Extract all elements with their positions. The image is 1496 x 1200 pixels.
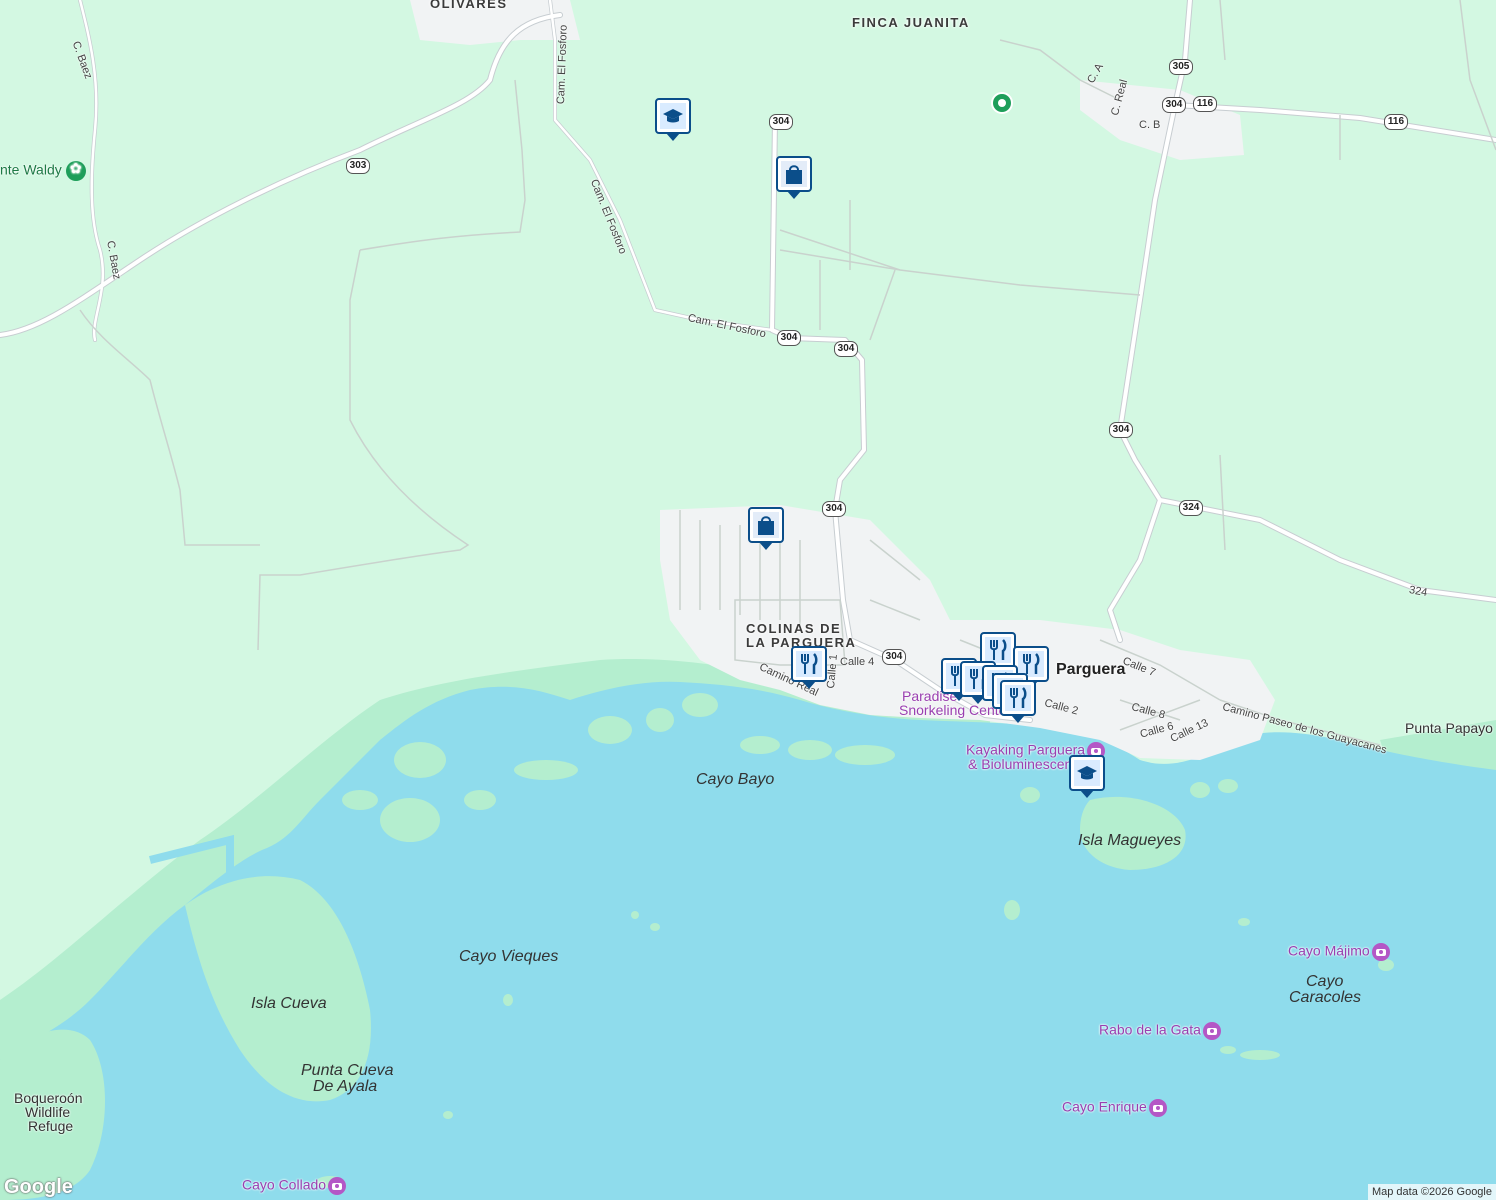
google-logo: Google (4, 1176, 73, 1198)
fork-knife-icon (985, 637, 1011, 663)
route-shield-304: 304 (777, 330, 801, 346)
shopping-marker[interactable] (776, 156, 812, 199)
map-canvas[interactable] (0, 0, 1496, 1200)
island-label-cayo-caracoles-2: Caracoles (1289, 989, 1362, 1006)
route-shield-116: 116 (1193, 96, 1217, 112)
camera-icon (1148, 1099, 1167, 1117)
map-attribution[interactable]: Map data ©2026 Google (1367, 1184, 1496, 1200)
shopping-marker[interactable] (748, 507, 784, 550)
restaurant-marker[interactable] (791, 646, 827, 689)
graduation-cap-icon (660, 103, 686, 129)
poi-label-rabo-de-la-gata[interactable]: Rabo de la Gata (1099, 1022, 1221, 1040)
island-label-cayo-caracoles-1: Cayo (1306, 973, 1344, 990)
place-label-olivares: OLIVARES (430, 0, 508, 11)
place-label-colinas-1: COLINAS DE (746, 621, 842, 636)
place-label-punta-papayo: Punta Papayo (1405, 720, 1493, 736)
island-label-isla-magueyes: Isla Magueyes (1078, 832, 1182, 849)
route-shield-304: 304 (882, 649, 906, 665)
shopping-bag-icon (781, 161, 807, 187)
fork-knife-icon (796, 651, 822, 677)
school-marker[interactable] (1069, 755, 1105, 798)
graduation-cap-icon (1074, 760, 1100, 786)
poi-label-boqueron-3[interactable]: Refuge (28, 1119, 73, 1133)
road-label-calle-4: Calle 4 (840, 656, 875, 668)
route-shield-304: 304 (834, 341, 858, 357)
island-label-punta-cueva-1: Punta Cueva (301, 1062, 394, 1079)
route-shield-304: 304 (1162, 97, 1186, 113)
place-label-parguera[interactable]: Parguera (1056, 662, 1125, 678)
poi-label-boqueron-1[interactable]: Boqueroón (14, 1091, 83, 1105)
route-shield-303: 303 (346, 158, 370, 174)
route-shield-304: 304 (769, 114, 793, 130)
route-shield-305: 305 (1169, 59, 1193, 75)
island-label-cayo-vieques: Cayo Vieques (459, 948, 559, 965)
poi-label-cayo-enrique[interactable]: Cayo Enrique (1062, 1099, 1167, 1117)
school-marker[interactable] (655, 98, 691, 141)
island-label-cayo-bayo: Cayo Bayo (696, 771, 775, 788)
poi-label-cayo-majimo[interactable]: Cayo Májimo (1288, 943, 1390, 961)
restaurant-marker[interactable] (1000, 680, 1036, 723)
park-pin-icon[interactable] (991, 92, 1013, 114)
route-shield-304: 304 (822, 501, 846, 517)
shopping-bag-icon (753, 512, 779, 538)
route-shield-116: 116 (1384, 114, 1408, 130)
island-label-punta-cueva-2: De Ayala (313, 1078, 378, 1095)
place-label-finca-juanita: FINCA JUANITA (852, 15, 970, 30)
poi-label-boqueron-2[interactable]: Wildlife (25, 1105, 70, 1119)
route-shield-304: 304 (1109, 422, 1133, 438)
poi-label-monte-waldy[interactable]: nte Waldy (0, 161, 86, 181)
island-label-isla-cueva: Isla Cueva (251, 995, 327, 1012)
poi-label-cayo-collado[interactable]: Cayo Collado (242, 1177, 347, 1195)
camera-icon (1371, 943, 1390, 961)
route-shield-324: 324 (1179, 500, 1203, 516)
camera-icon (328, 1177, 347, 1195)
flower-icon (65, 161, 86, 181)
fork-knife-icon (1005, 685, 1031, 711)
camera-icon (1202, 1022, 1221, 1040)
road-label-c-b: C. B (1139, 119, 1161, 131)
